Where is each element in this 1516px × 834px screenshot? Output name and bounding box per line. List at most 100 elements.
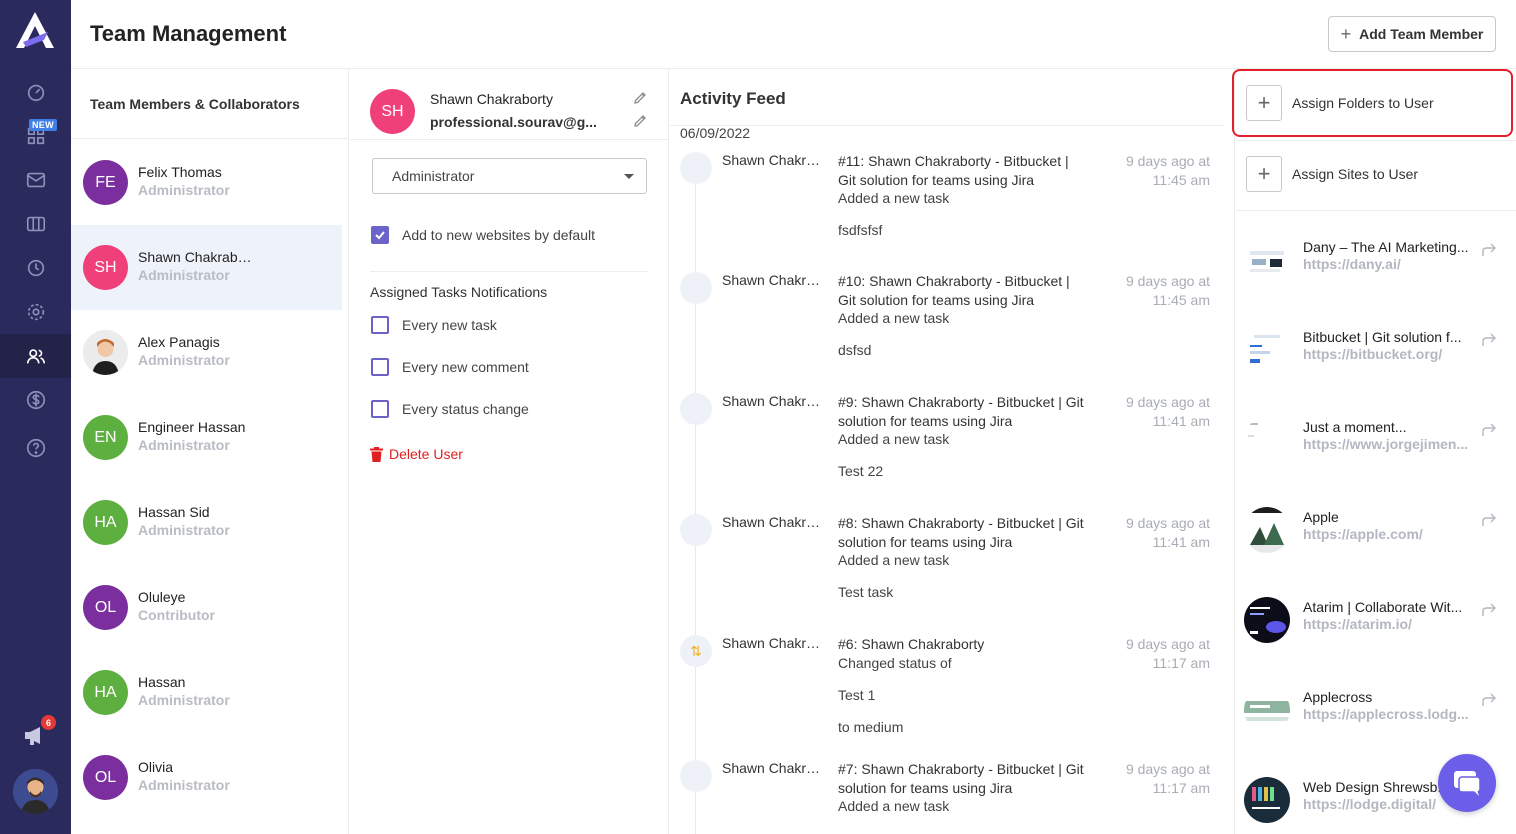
site-url[interactable]: https://dany.ai/	[1303, 256, 1475, 272]
site-item[interactable]: Apple https://apple.com/	[1244, 507, 1509, 567]
notify-status-change-checkbox[interactable]	[371, 400, 389, 418]
share-icon[interactable]	[1481, 693, 1497, 707]
nav-settings[interactable]	[0, 290, 71, 334]
notify-new-task-checkbox[interactable]	[371, 316, 389, 334]
share-icon[interactable]	[1481, 243, 1497, 257]
site-url[interactable]: https://applecross.lodg...	[1303, 706, 1475, 722]
site-thumbnail	[1244, 687, 1290, 733]
member-role: Administrator	[138, 352, 230, 368]
entry-body: #8: Shawn Chakraborty - Bitbucket | Git …	[838, 514, 1086, 601]
member-row[interactable]: HA Hassan Administrator	[71, 650, 342, 735]
site-item[interactable]: Bitbucket | Git solution f... https://bi…	[1244, 327, 1509, 387]
site-thumbnail	[1244, 507, 1290, 553]
mail-icon	[26, 172, 45, 188]
avatar: SH	[370, 89, 415, 134]
site-thumbnail	[1244, 597, 1290, 643]
entry-task[interactable]: #8: Shawn Chakraborty - Bitbucket | Git …	[838, 514, 1086, 551]
entry-note: Test 1	[838, 686, 876, 703]
avatar: FE	[83, 160, 128, 205]
entry-time: 9 days ago at 11:41 am	[1125, 515, 1210, 550]
entry-task[interactable]: #6: Shawn Chakraborty	[838, 635, 1086, 654]
member-name: Hassan	[138, 674, 186, 690]
entry-body: #9: Shawn Chakraborty - Bitbucket | Git …	[838, 393, 1086, 480]
entry-task[interactable]: #9: Shawn Chakraborty - Bitbucket | Git …	[838, 393, 1086, 430]
nav-mail[interactable]	[0, 158, 71, 202]
site-name: Just a moment...	[1303, 419, 1407, 435]
notify-new-task-option[interactable]: Every new task	[371, 316, 497, 334]
member-name: Alex Panagis	[138, 334, 220, 350]
site-url[interactable]: https://bitbucket.org/	[1303, 346, 1475, 362]
site-item[interactable]: Just a moment... https://www.jorgejimen.…	[1244, 417, 1509, 477]
add-team-member-button[interactable]: + Add Team Member	[1328, 16, 1496, 52]
site-url[interactable]: https://atarim.io/	[1303, 616, 1475, 632]
nav-help[interactable]	[0, 426, 71, 470]
avatar: EN	[83, 415, 128, 460]
entry-action: Changed status of	[838, 654, 952, 671]
divider	[670, 125, 1225, 126]
notify-new-comment-checkbox[interactable]	[371, 358, 389, 376]
site-item[interactable]: Atarim | Collaborate Wit... https://atar…	[1244, 597, 1509, 657]
site-item[interactable]: Dany – The AI Marketing... https://dany.…	[1244, 237, 1509, 297]
member-role: Administrator	[138, 437, 230, 453]
settings-icon	[27, 303, 44, 321]
chat-launcher-button[interactable]	[1438, 754, 1496, 812]
member-row[interactable]: EN Engineer Hassan Administrator	[71, 395, 342, 480]
page-title: Team Management	[90, 21, 287, 46]
divider	[370, 271, 648, 272]
member-row[interactable]: Alex Panagis Administrator	[71, 310, 342, 395]
nav-users[interactable]	[0, 334, 71, 378]
nav-columns[interactable]	[0, 202, 71, 246]
share-icon[interactable]	[1481, 333, 1497, 347]
nav-billing[interactable]	[0, 378, 71, 422]
entry-task[interactable]: #7: Shawn Chakraborty - Bitbucket | Git …	[838, 760, 1086, 797]
status-change-icon: ⇅	[680, 635, 712, 667]
member-row[interactable]: OL Oluleye Contributor	[71, 565, 342, 650]
assign-sites-button[interactable]: + Assign Sites to User	[1246, 156, 1418, 192]
delete-user-label: Delete User	[389, 446, 463, 462]
entry-action: Added a new task	[838, 798, 950, 814]
notify-new-comment-option[interactable]: Every new comment	[371, 358, 529, 376]
columns-icon	[26, 216, 45, 232]
assign-folders-button[interactable]: + Assign Folders to User	[1246, 85, 1434, 121]
timeline-dot	[680, 152, 712, 184]
notify-new-comment-label: Every new comment	[402, 359, 529, 375]
entry-task[interactable]: #10: Shawn Chakraborty - Bitbucket | Git…	[838, 272, 1086, 309]
member-name: Hassan Sid	[138, 504, 210, 520]
add-default-checkbox[interactable]	[371, 226, 389, 244]
nav-dashboard[interactable]	[0, 70, 71, 114]
nav-clock[interactable]	[0, 246, 71, 290]
share-icon[interactable]	[1481, 423, 1497, 437]
avatar	[83, 330, 128, 375]
site-url[interactable]: https://www.jorgejimen...	[1303, 436, 1475, 452]
members-panel: Team Members & Collaborators FE Felix Th…	[71, 69, 349, 834]
plus-icon: +	[1246, 85, 1282, 121]
plus-icon: +	[1246, 156, 1282, 192]
chevron-down-icon	[624, 174, 634, 179]
avatar: HA	[83, 500, 128, 545]
entry-task[interactable]: #11: Shawn Chakraborty - Bitbucket | Git…	[838, 152, 1086, 189]
current-user-avatar[interactable]	[13, 769, 58, 814]
notify-status-change-label: Every status change	[402, 401, 529, 417]
atarim-logo[interactable]	[14, 10, 56, 50]
member-row[interactable]: OL Olivia Administrator	[71, 735, 342, 820]
site-thumbnail	[1244, 777, 1290, 823]
add-default-option[interactable]: Add to new websites by default	[371, 226, 595, 244]
member-row[interactable]: SH Shawn Chakraborty Administrator	[71, 225, 342, 310]
share-icon[interactable]	[1481, 513, 1497, 527]
delete-user-button[interactable]: Delete User	[370, 446, 463, 462]
users-icon	[26, 349, 45, 364]
site-url[interactable]: https://apple.com/	[1303, 526, 1475, 542]
site-thumbnail	[1244, 237, 1290, 283]
member-row[interactable]: FE Felix Thomas Administrator	[71, 140, 342, 225]
edit-email-icon[interactable]	[632, 113, 648, 129]
notify-new-task-label: Every new task	[402, 317, 497, 333]
notify-status-change-option[interactable]: Every status change	[371, 400, 529, 418]
entry-body: #11: Shawn Chakraborty - Bitbucket | Git…	[838, 152, 1086, 239]
share-icon[interactable]	[1481, 603, 1497, 617]
site-item[interactable]: Applecross https://applecross.lodg...	[1244, 687, 1509, 747]
edit-name-icon[interactable]	[632, 90, 648, 106]
avatar: OL	[83, 755, 128, 800]
timeline-dot	[680, 272, 712, 304]
member-row[interactable]: HA Hassan Sid Administrator	[71, 480, 342, 565]
role-select[interactable]: Administrator	[372, 158, 647, 194]
